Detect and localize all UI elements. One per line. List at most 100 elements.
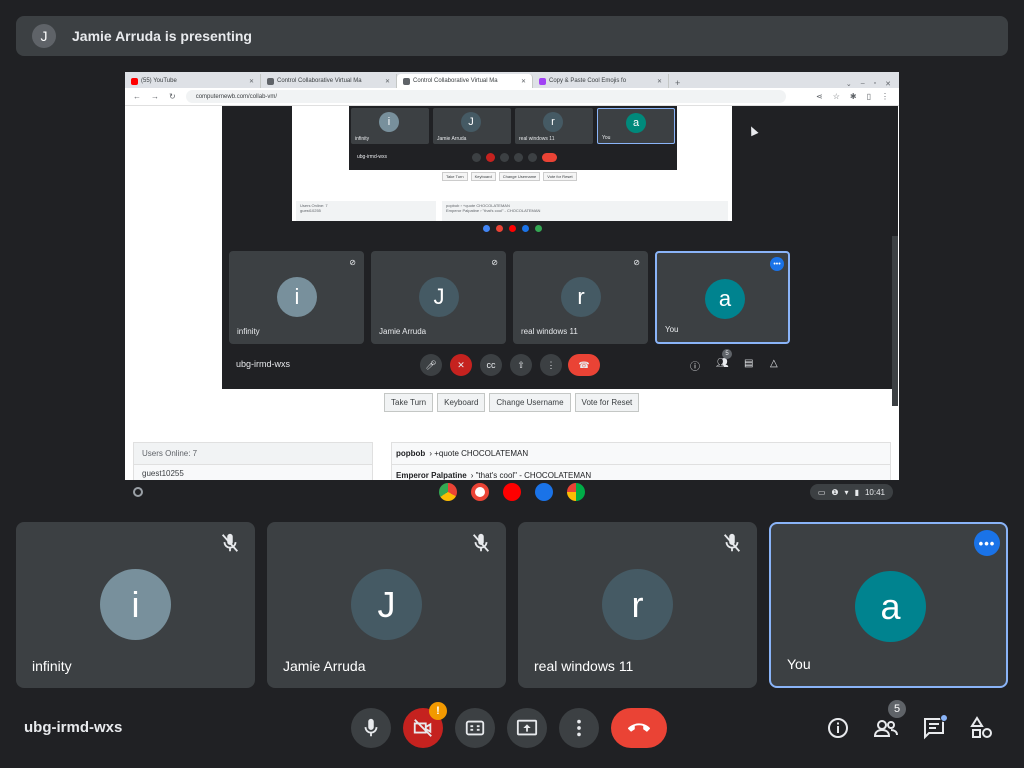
present-screen-icon [516, 719, 538, 736]
more-options-button[interactable]: ••• [974, 530, 1000, 556]
participant-tile-you[interactable]: a You ••• [769, 522, 1008, 688]
nested-gmail-icon [495, 225, 503, 232]
meeting-details-button[interactable] [822, 712, 854, 744]
camera-button[interactable]: ! [403, 702, 447, 748]
camera-warning-badge: ! [429, 702, 447, 720]
participant-avatar: i [100, 569, 171, 640]
vm-present-icon: ⇧ [510, 354, 532, 376]
gmail-icon [471, 483, 489, 501]
info-tray-icon: ❶ [831, 487, 839, 497]
close-tab-icon[interactable]: ✕ [249, 78, 254, 85]
bookmark-star-icon[interactable]: ☆ [833, 92, 840, 101]
chat-username: Emperor Palpatine [396, 471, 467, 480]
users-online-header: Users Online: 7 [134, 443, 372, 465]
browser-tab[interactable]: (55) YouTube ✕ [125, 74, 261, 88]
close-tab-icon[interactable]: ✕ [521, 78, 526, 85]
mic-off-icon: ⊘ [349, 258, 356, 267]
participant-name: You [787, 656, 811, 672]
vm-participant-name: You [665, 325, 679, 334]
keyboard-button[interactable]: Keyboard [437, 393, 486, 412]
shelf-apps [439, 483, 585, 501]
activities-button[interactable] [966, 712, 998, 744]
presenter-avatar: J [32, 24, 56, 48]
nested-name: real windows 11 [519, 136, 555, 142]
hang-up-icon [628, 723, 650, 732]
vm-avatar: J [419, 277, 459, 317]
back-icon[interactable]: ← [133, 92, 141, 101]
vm-avatar: r [561, 277, 601, 317]
nested-files-icon [521, 225, 529, 232]
presenting-banner: J Jamie Arruda is presenting [16, 16, 1008, 56]
forward-icon[interactable]: → [151, 92, 159, 101]
tab-search-icon[interactable]: ⌄ [846, 80, 852, 88]
nested-tile: J Jamie Arruda [433, 108, 511, 144]
browser-tab[interactable]: Copy & Paste Cool Emojis fo ✕ [533, 74, 669, 88]
nested-meet-icon [534, 225, 542, 232]
chat-username: popbob [396, 449, 426, 458]
mic-off-icon [221, 533, 239, 552]
participant-tile[interactable]: i infinity [16, 522, 255, 688]
vm-participant-tile: i infinity ⊘ [229, 251, 364, 344]
address-bar[interactable]: computernewb.com/collab-vm/ [185, 90, 786, 103]
vm-mic-icon: 🎤︎ [420, 354, 442, 376]
new-tab-icon[interactable]: + [669, 78, 686, 88]
youtube-favicon-icon [131, 77, 138, 85]
browser-tab-active[interactable]: Control Collaborative Virtual Ma ✕ [397, 74, 533, 88]
nested-button: Change Username [498, 172, 541, 181]
files-icon [535, 483, 553, 501]
close-tab-icon[interactable]: ✕ [657, 78, 662, 85]
close-window-icon[interactable]: ✕ [885, 80, 891, 88]
clock: 10:41 [864, 487, 885, 497]
more-options-button[interactable] [559, 708, 599, 748]
nested-avatar: r [543, 112, 563, 132]
captions-icon [465, 720, 485, 736]
scrollbar-thumb[interactable] [892, 236, 898, 406]
vm-activities-icon: △ [770, 358, 778, 369]
nested-controls: ubg-irmd-wxs [349, 150, 677, 164]
nested-cc-icon [500, 152, 510, 162]
present-screen-button[interactable] [507, 708, 547, 748]
change-username-button[interactable]: Change Username [489, 393, 571, 412]
os-shelf: ▭ ❶ ▾ ▮ 10:41 [125, 480, 899, 504]
close-tab-icon[interactable]: ✕ [385, 78, 390, 85]
maximize-icon[interactable]: ▫ [874, 80, 876, 88]
captions-button[interactable] [455, 708, 495, 748]
browser-tab[interactable]: Control Collaborative Virtual Ma ✕ [261, 74, 397, 88]
extensions-icon[interactable]: ✱ [850, 92, 857, 101]
participant-tile[interactable]: J Jamie Arruda [267, 522, 506, 688]
participant-avatar: r [602, 569, 673, 640]
browser-menu-icon[interactable]: ⋮ [881, 92, 889, 101]
nested-screenshot: i infinity J Jamie Arruda r real windows… [292, 106, 732, 236]
browser-actions: ⋖ ☆ ✱ ▯ ⋮ [816, 92, 899, 101]
share-icon[interactable]: ⋖ [816, 92, 823, 101]
wifi-icon: ▾ [844, 487, 849, 497]
nested-meet: i infinity J Jamie Arruda r real windows… [349, 106, 677, 170]
vm-participant-tile-you: a You ••• [655, 251, 790, 344]
microphone-button[interactable] [351, 708, 391, 748]
browser-tab-strip: (55) YouTube ✕ Control Collaborative Vir… [125, 72, 899, 88]
nested-button: Take Turn [442, 172, 468, 181]
nested-user-row: guest10255 [300, 208, 321, 213]
status-tray: ▭ ❶ ▾ ▮ 10:41 [809, 484, 893, 500]
meeting-code: ubg-irmd-wxs [24, 719, 123, 736]
vm-info-icon: ⓘ [690, 362, 700, 373]
participant-count-badge: 5 [888, 700, 906, 718]
nested-button: Keyboard [470, 172, 496, 181]
youtube-icon [503, 483, 521, 501]
take-turn-button[interactable]: Take Turn [384, 393, 434, 412]
vm-participant-tile: r real windows 11 ⊘ [513, 251, 648, 344]
leave-call-button[interactable] [611, 708, 667, 748]
reload-icon[interactable]: ↻ [169, 92, 176, 101]
minimize-icon[interactable]: – [861, 80, 865, 88]
nested-name: You [602, 135, 611, 141]
vm-display[interactable]: i infinity J Jamie Arruda r real windows… [222, 106, 898, 389]
chat-button[interactable] [918, 712, 950, 744]
activities-icon [970, 716, 992, 738]
vote-for-reset-button[interactable]: Vote for Reset [574, 393, 640, 412]
vm-page: i infinity J Jamie Arruda r real windows… [125, 106, 899, 504]
participant-tile[interactable]: r real windows 11 [518, 522, 757, 688]
site-favicon-icon [403, 77, 410, 85]
vm-participant-name: infinity [237, 327, 260, 336]
side-panel-icon[interactable]: ▯ [867, 92, 871, 101]
meet-window: J Jamie Arruda is presenting (55) YouTub… [0, 0, 1024, 768]
